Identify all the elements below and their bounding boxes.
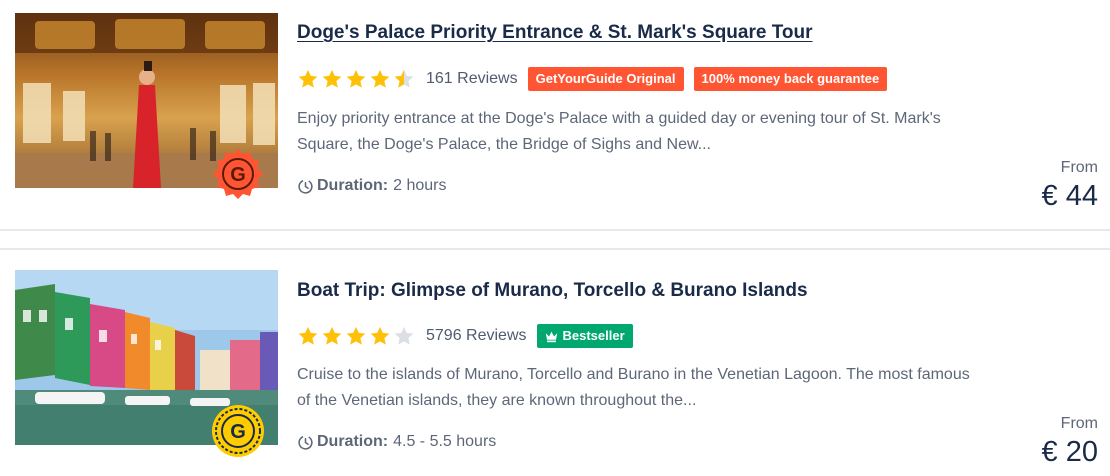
clock-icon bbox=[298, 434, 313, 450]
duration-value: 4.5 - 5.5 hours bbox=[393, 433, 497, 450]
description-line: Cruise to the islands of Murano, Torcell… bbox=[297, 366, 970, 383]
duration-label: Duration: bbox=[317, 433, 389, 450]
duration-value: 2 hours bbox=[393, 177, 447, 194]
duration: Duration: 4.5 - 5.5 hours bbox=[297, 433, 496, 451]
tag-money-back-guarantee: 100% money back guarantee bbox=[693, 67, 888, 91]
rating-row: 5796 Reviews Bestseller bbox=[297, 323, 643, 349]
half-star-icon bbox=[394, 69, 414, 88]
review-count[interactable]: 161 Reviews bbox=[426, 70, 518, 88]
duration: Duration: 2 hours bbox=[297, 177, 446, 195]
description-line: of the Venetian islands, they are known … bbox=[297, 392, 697, 409]
star-icon bbox=[322, 326, 342, 345]
star-icon bbox=[322, 69, 342, 88]
tag-label: Bestseller bbox=[562, 328, 625, 343]
duration-label: Duration: bbox=[317, 177, 389, 194]
tour-description: Cruise to the islands of Murano, Torcell… bbox=[297, 362, 1042, 414]
svg-text:G: G bbox=[230, 164, 246, 186]
star-icon bbox=[298, 326, 318, 345]
clock-icon bbox=[298, 178, 313, 194]
price-from-label: From bbox=[1060, 159, 1098, 176]
price: € 20 bbox=[1041, 436, 1098, 468]
getyourguide-original-badge-icon: G bbox=[212, 148, 264, 200]
getyourguide-badge-icon: G bbox=[211, 404, 265, 458]
tag-bestseller: Bestseller bbox=[536, 324, 633, 348]
star-rating bbox=[297, 325, 417, 347]
tour-description: Enjoy priority entrance at the Doge's Pa… bbox=[297, 106, 1042, 158]
price-from-label: From bbox=[1060, 415, 1098, 432]
price: € 44 bbox=[1041, 180, 1098, 212]
star-icon bbox=[370, 326, 390, 345]
tag-getyourguide-original: GetYourGuide Original bbox=[527, 67, 684, 91]
divider bbox=[0, 229, 1110, 231]
description-line: Enjoy priority entrance at the Doge's Pa… bbox=[297, 110, 941, 127]
tour-title[interactable]: Doge's Palace Priority Entrance & St. Ma… bbox=[297, 22, 813, 44]
empty-star-icon bbox=[394, 326, 414, 345]
crown-icon bbox=[545, 331, 557, 342]
tour-title[interactable]: Boat Trip: Glimpse of Murano, Torcello &… bbox=[297, 280, 808, 302]
review-count[interactable]: 5796 Reviews bbox=[426, 327, 527, 345]
tour-card-2[interactable]: G Boat Trip: Glimpse of Murano, Torcello… bbox=[0, 250, 1110, 476]
rating-row: 161 Reviews GetYourGuide Original 100% m… bbox=[297, 66, 897, 92]
description-line: Square, the Doge's Palace, the Bridge of… bbox=[297, 136, 711, 153]
star-rating bbox=[297, 68, 417, 90]
tour-card-1[interactable]: G Doge's Palace Priority Entrance & St. … bbox=[0, 0, 1110, 230]
star-icon bbox=[370, 69, 390, 88]
star-icon bbox=[298, 69, 318, 88]
star-icon bbox=[346, 326, 366, 345]
svg-text:G: G bbox=[230, 421, 246, 443]
star-icon bbox=[346, 69, 366, 88]
